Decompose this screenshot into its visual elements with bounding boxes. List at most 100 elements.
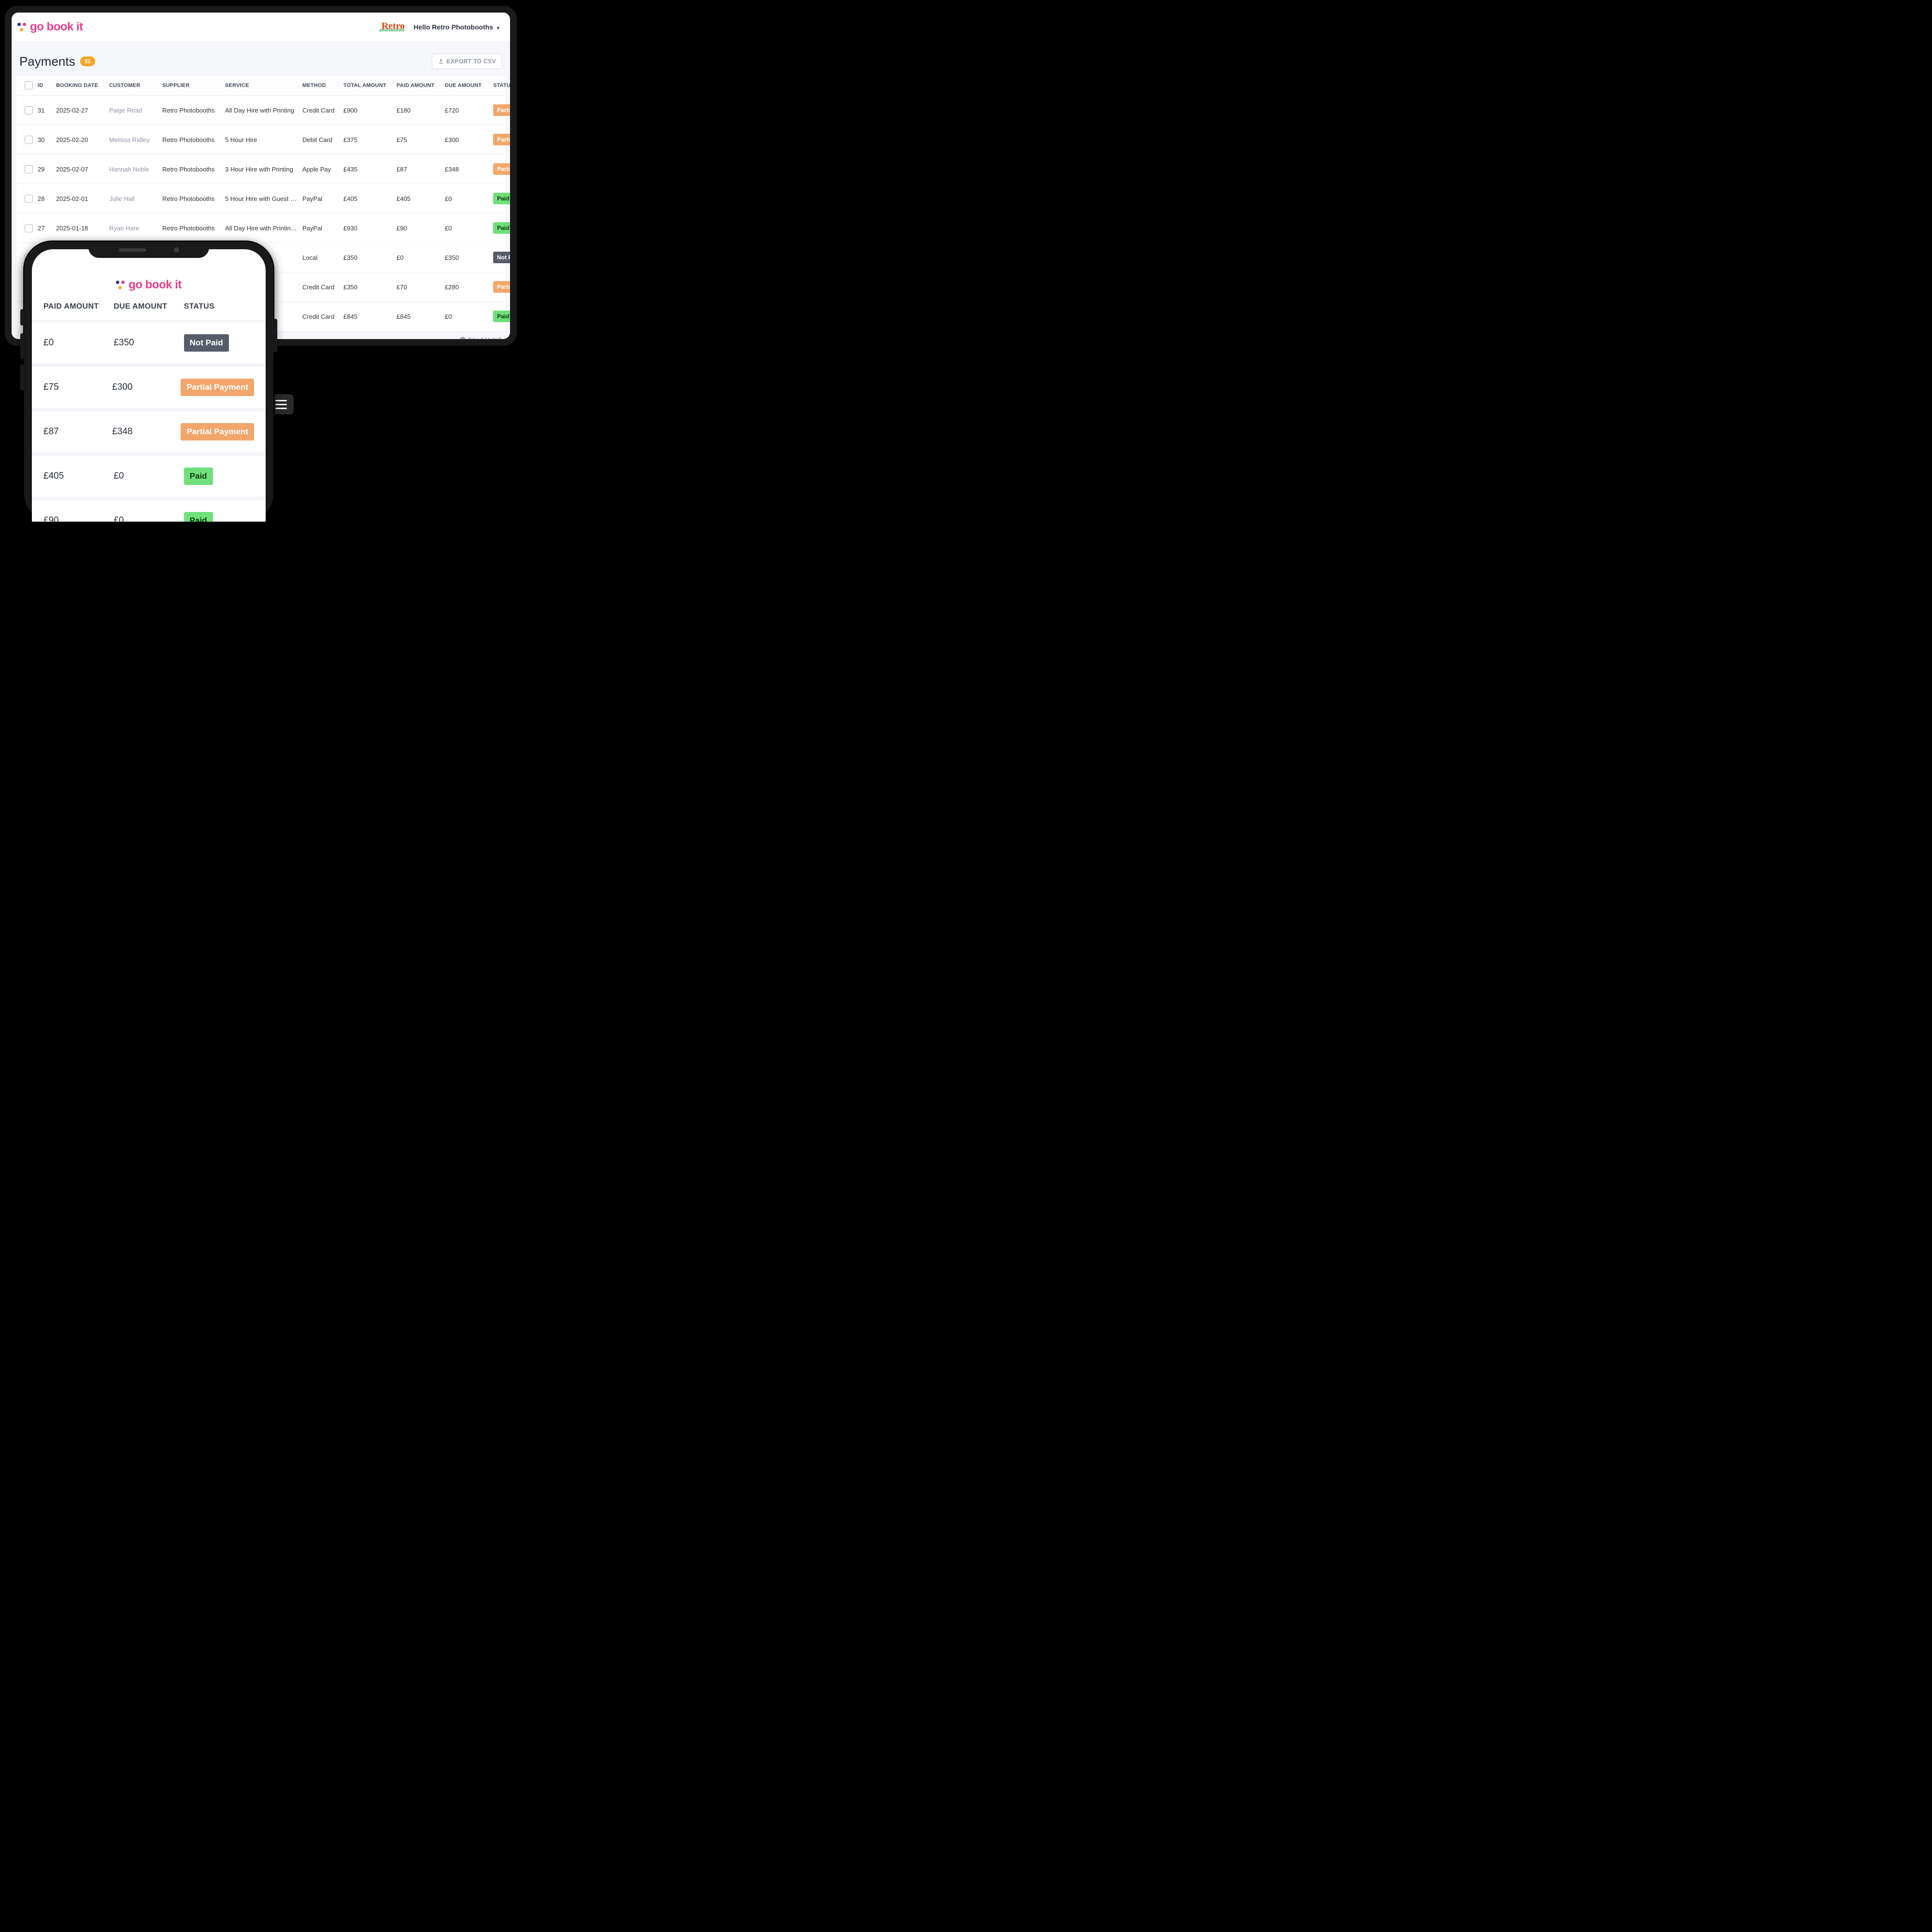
cell-due: £0 [114, 515, 184, 522]
cell-total: £405 [343, 195, 397, 202]
col-service[interactable]: SERVICE [225, 83, 302, 88]
cell-paid: £180 [397, 107, 445, 114]
cell-customer: Paige Read [109, 107, 162, 114]
cell-customer: Ryan Hare [109, 225, 162, 232]
status-badge: Partial Payment [493, 104, 510, 116]
col-status[interactable]: STATUS [184, 302, 254, 311]
cell-due: £348 [445, 166, 493, 173]
col-customer[interactable]: CUSTOMER [109, 83, 162, 88]
status-badge: Paid [493, 311, 510, 322]
mobile-table-header: PAID AMOUNT DUE AMOUNT STATUS [32, 302, 266, 323]
cell-due: £0 [445, 225, 493, 232]
select-all-checkbox[interactable] [25, 81, 33, 89]
table-row[interactable]: 312025-02-27Paige ReadRetro PhotoboothsA… [16, 96, 505, 125]
phone-side-button [20, 309, 24, 326]
phone-side-button [20, 333, 24, 359]
table-row[interactable]: 302025-02-20Melissa RidleyRetro Photoboo… [16, 125, 505, 155]
status-badge: Partial Payment [181, 423, 254, 440]
cell-total: £350 [343, 284, 397, 291]
cell-total: £900 [343, 107, 397, 114]
cell-method: PayPal [302, 225, 343, 232]
cell-service: 5 Hour Hire with Guest Book [225, 195, 302, 202]
page-title: Payments 31 [19, 54, 95, 69]
cell-customer: Hannah Noble [109, 166, 162, 173]
cell-paid: £87 [397, 166, 445, 173]
cell-id: 27 [38, 225, 56, 232]
logo-dots-icon [116, 281, 125, 289]
cell-method: Credit Card [302, 107, 343, 114]
chevron-down-icon: ▾ [497, 26, 499, 31]
user-menu[interactable]: Retro photobooths Hello Retro Photobooth… [380, 22, 499, 32]
cell-customer: Melissa Ridley [109, 136, 162, 143]
col-due[interactable]: DUE AMOUNT [445, 83, 493, 88]
status-badge: Partial Payment [493, 281, 510, 293]
mobile-table-row[interactable]: £90£0Paid [32, 500, 266, 522]
col-due[interactable]: DUE AMOUNT [114, 302, 184, 311]
mobile-table-row[interactable]: £0£350Not Paid [32, 323, 266, 367]
speaker-icon [119, 248, 146, 252]
mobile-table-row[interactable]: £75£300Partial Payment [32, 367, 266, 412]
cell-id: 28 [38, 195, 56, 202]
cell-date: 2025-02-01 [56, 195, 109, 202]
col-paid[interactable]: PAID AMOUNT [43, 302, 114, 311]
row-checkbox[interactable] [25, 136, 33, 144]
table-row[interactable]: 292025-02-07Hannah NobleRetro Photobooth… [16, 155, 505, 184]
phone-device-frame: go book it PAID AMOUNT DUE AMOUNT STATUS… [24, 242, 273, 522]
cell-service: 3 Hour Hire with Printing [225, 166, 302, 173]
cell-paid: £0 [43, 338, 114, 348]
cell-paid: £75 [43, 382, 112, 393]
cell-service: 5 Hour Hire [225, 136, 302, 143]
cell-supplier: Retro Photobooths [162, 136, 225, 143]
table-row[interactable]: 272025-01-18Ryan HareRetro PhotoboothsAl… [16, 213, 505, 243]
status-badge: Partial Payment [493, 163, 510, 175]
col-booking-date[interactable]: BOOKING DATE [56, 83, 109, 88]
cell-date: 2025-01-18 [56, 225, 109, 232]
cell-total: £350 [343, 254, 397, 261]
cell-date: 2025-02-20 [56, 136, 109, 143]
cell-method: Local [302, 254, 343, 261]
mobile-table-row[interactable]: £87£348Partial Payment [32, 412, 266, 456]
cell-paid: £405 [397, 195, 445, 202]
row-checkbox[interactable] [25, 106, 33, 114]
cell-paid: £70 [397, 284, 445, 291]
cell-due: £350 [445, 254, 493, 261]
col-method[interactable]: METHOD [302, 83, 343, 88]
phone-screen: go book it PAID AMOUNT DUE AMOUNT STATUS… [32, 249, 266, 522]
table-row[interactable]: 282025-02-01Julie HallRetro Photobooths5… [16, 184, 505, 213]
topbar: go book it Retro photobooths Hello Retro… [12, 13, 510, 42]
need-help-link[interactable]: Need Help? [459, 336, 501, 339]
col-supplier[interactable]: SUPPLIER [162, 83, 225, 88]
status-badge: Not Paid [493, 252, 510, 263]
row-checkbox[interactable] [25, 165, 33, 173]
mobile-table-row[interactable]: £405£0Paid [32, 456, 266, 500]
app-logo[interactable]: go book it [17, 20, 83, 34]
help-icon [459, 337, 466, 340]
cell-due: £348 [112, 426, 181, 437]
cell-supplier: Retro Photobooths [162, 107, 225, 114]
cell-paid: £0 [397, 254, 445, 261]
row-checkbox[interactable] [25, 195, 33, 203]
cell-id: 31 [38, 107, 56, 114]
app-logo[interactable]: go book it [32, 278, 266, 292]
cell-method: Credit Card [302, 313, 343, 320]
col-paid[interactable]: PAID AMOUNT [397, 83, 445, 88]
cell-due: £300 [112, 382, 181, 393]
col-status[interactable]: STATUS [493, 83, 510, 88]
cell-due: £300 [445, 136, 493, 143]
export-csv-button[interactable]: EXPORT TO CSV [432, 54, 502, 69]
col-total[interactable]: TOTAL AMOUNT [343, 83, 397, 88]
status-badge: Partial Payment [493, 134, 510, 145]
phone-side-button [273, 319, 277, 353]
row-checkbox[interactable] [25, 224, 33, 232]
vendor-logo: Retro photobooths [380, 22, 405, 32]
cell-paid: £405 [43, 471, 114, 482]
cell-paid: £90 [397, 225, 445, 232]
cell-method: Debit Card [302, 136, 343, 143]
camera-icon [174, 247, 179, 253]
mobile-payments-table: PAID AMOUNT DUE AMOUNT STATUS £0£350Not … [32, 302, 266, 522]
cell-service: All Day Hire with Printing an... [225, 225, 302, 232]
user-menu-label: Hello Retro Photobooths [413, 23, 493, 31]
col-id[interactable]: ID [38, 83, 56, 88]
cell-total: £845 [343, 313, 397, 320]
status-badge: Not Paid [184, 334, 229, 352]
